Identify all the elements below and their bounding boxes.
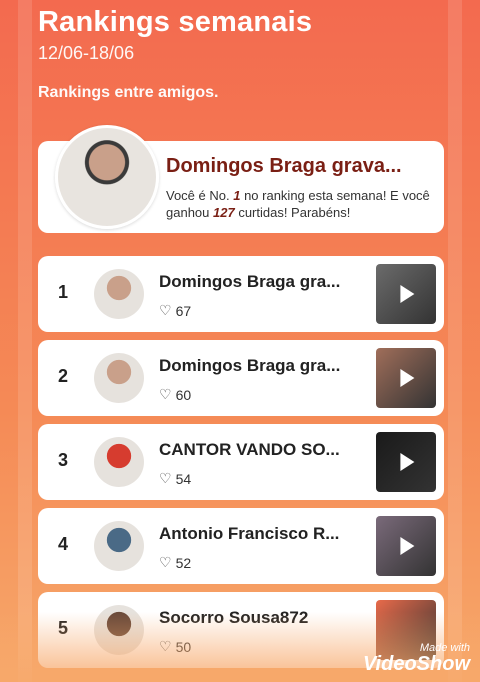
hero-name: Domingos Braga grava... bbox=[166, 155, 402, 177]
likes-count: ♡ 67 bbox=[159, 302, 192, 319]
watermark: Made with VideoShow bbox=[362, 643, 470, 675]
play-icon bbox=[400, 453, 415, 471]
heart-icon: ♡ bbox=[159, 470, 172, 486]
likes-count: ♡ 54 bbox=[159, 470, 192, 487]
header: Rankings semanais 12/06-18/06 Rankings e… bbox=[38, 6, 312, 102]
avatar[interactable] bbox=[94, 521, 144, 571]
page-subtitle: Rankings entre amigos. bbox=[38, 84, 219, 101]
heart-icon: ♡ bbox=[159, 554, 172, 570]
avatar[interactable] bbox=[94, 269, 144, 319]
video-thumbnail[interactable] bbox=[376, 348, 436, 408]
rank-number: 1 bbox=[58, 282, 69, 302]
avatar[interactable] bbox=[94, 353, 144, 403]
row-name: CANTOR VANDO SO... bbox=[159, 440, 340, 459]
row-name: Domingos Braga gra... bbox=[159, 356, 341, 375]
hero-likes: 127 bbox=[213, 205, 235, 220]
rank-number: 3 bbox=[58, 450, 69, 470]
video-thumbnail[interactable] bbox=[376, 432, 436, 492]
watermark-big: VideoShow bbox=[362, 653, 470, 675]
hero-message: Você é No. 1 no ranking esta semana! E v… bbox=[166, 188, 430, 220]
video-thumbnail[interactable] bbox=[376, 264, 436, 324]
row-name: Domingos Braga gra... bbox=[159, 272, 341, 291]
ranking-row-4[interactable]: 4 Antonio Francisco R... ♡ 52 bbox=[38, 508, 444, 584]
page-title: Rankings semanais bbox=[38, 6, 313, 38]
rank-number: 2 bbox=[58, 366, 69, 386]
play-icon bbox=[400, 285, 415, 303]
right-decor bbox=[448, 0, 462, 682]
likes-count: ♡ 60 bbox=[159, 386, 192, 403]
heart-icon: ♡ bbox=[159, 386, 172, 402]
avatar[interactable] bbox=[55, 125, 159, 229]
row-name: Antonio Francisco R... bbox=[159, 524, 340, 543]
play-icon bbox=[400, 369, 415, 387]
ranking-row-3[interactable]: 3 CANTOR VANDO SO... ♡ 54 bbox=[38, 424, 444, 500]
video-thumbnail[interactable] bbox=[376, 516, 436, 576]
likes-count: ♡ 52 bbox=[159, 554, 192, 571]
play-icon bbox=[400, 537, 415, 555]
ranking-row-1[interactable]: 1 Domingos Braga gra... ♡ 67 bbox=[38, 256, 444, 332]
avatar[interactable] bbox=[94, 437, 144, 487]
my-rank-card[interactable]: Domingos Braga grava... Você é No. 1 no … bbox=[38, 125, 444, 233]
ranking-row-2[interactable]: 2 Domingos Braga gra... ♡ 60 bbox=[38, 340, 444, 416]
date-range: 12/06-18/06 bbox=[38, 43, 135, 63]
rank-number: 4 bbox=[58, 534, 69, 554]
left-decor bbox=[18, 0, 32, 682]
heart-icon: ♡ bbox=[159, 302, 172, 318]
